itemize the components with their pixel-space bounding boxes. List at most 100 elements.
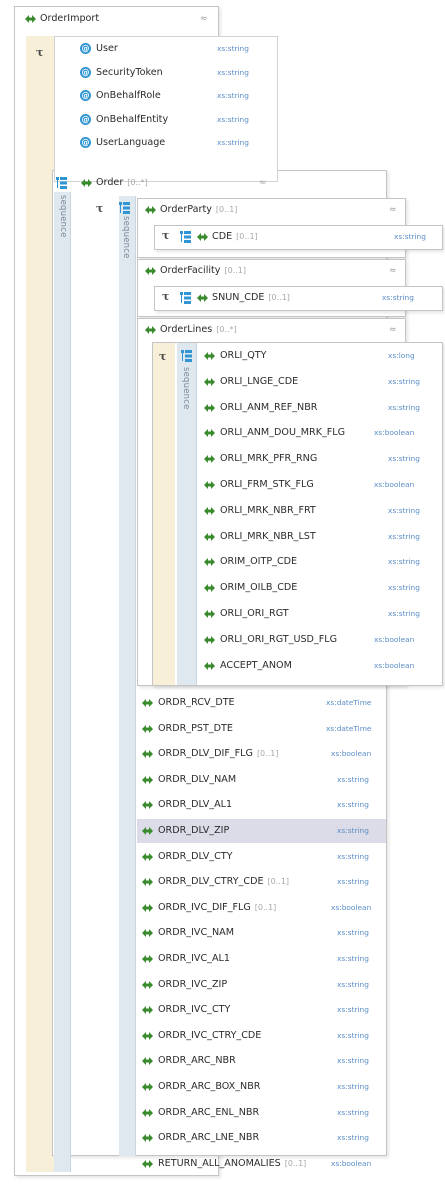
order-field-row[interactable]: ORDR_DLV_AL1 xs:string	[137, 794, 386, 816]
orderline-item-type: xs:string	[388, 376, 420, 386]
order-field-name: ORDR_DLV_DIF_FLG [0..1]	[158, 743, 278, 765]
snun-cde-row[interactable]: τ SNUN_CDE [0..1] xs:string	[158, 287, 438, 309]
sequence-icon	[180, 231, 191, 243]
order-field-row[interactable]: ORDR_DLV_CTRY_CDE [0..1] xs:string	[137, 871, 386, 893]
attribute-type: xs:string	[217, 114, 249, 124]
orderline-item-row[interactable]: ORLI_ORI_RGT xs:string	[198, 603, 441, 625]
order-field-row[interactable]: ORDR_IVC_AL1 xs:string	[137, 948, 386, 970]
element-icon	[204, 377, 215, 386]
orderline-item-row[interactable]: ORLI_ANM_REF_NBR xs:string	[198, 397, 441, 419]
orderline-item-row[interactable]: ORLI_LNGE_CDE xs:string	[198, 371, 441, 393]
orderlines-cardinality: [0..*]	[216, 325, 237, 334]
order-field-row[interactable]: ORDR_DLV_DIF_FLG [0..1] xs:boolean	[137, 743, 386, 765]
order-field-name: ORDR_IVC_NAM	[158, 922, 238, 944]
orderline-item-row[interactable]: ORLI_ANM_DOU_MRK_FLG xs:boolean	[198, 422, 441, 444]
order-field-type: xs:string	[337, 954, 369, 963]
element-icon	[204, 506, 215, 515]
orderline-item-row[interactable]: ORLI_FRM_STK_FLG xs:boolean	[198, 474, 441, 496]
order-field-row[interactable]: ORDR_IVC_ZIP xs:string	[137, 974, 386, 996]
order-field-type: xs:dateTime	[326, 698, 372, 707]
order-field-type: xs:string	[337, 1107, 369, 1117]
orderline-item-row[interactable]: ORLI_MRK_PFR_RNG xs:string	[198, 448, 441, 470]
attribute-icon: @	[80, 43, 91, 54]
sequence-icon	[180, 292, 191, 304]
order-field-name: ORDR_DLV_ZIP	[158, 820, 233, 842]
collapse-icon[interactable]: ≈	[389, 199, 397, 221]
orderline-item-row[interactable]: ACCEPT_ANOM xs:boolean	[198, 655, 441, 677]
orderline-item-row[interactable]: ORIM_OILB_CDE xs:string	[198, 577, 441, 599]
order-field-row[interactable]: ORDR_IVC_CTRY_CDE xs:string	[137, 1025, 386, 1047]
order-field-row[interactable]: ORDR_ARC_ENL_NBR xs:string	[137, 1102, 386, 1124]
order-field-row[interactable]: ORDR_IVC_DIF_FLG [0..1] xs:boolean	[137, 897, 386, 919]
order-field-label: ORDR_DLV_DIF_FLG	[158, 748, 253, 760]
element-icon	[204, 532, 215, 541]
order-field-row[interactable]: ORDR_DLV_CTY xs:string	[137, 846, 386, 868]
element-icon	[204, 610, 215, 618]
attribute-row[interactable]: @ SecurityToken xs:string	[76, 62, 276, 84]
orderline-item-row[interactable]: ORLI_MRK_NBR_FRT xs:string	[198, 500, 441, 522]
collapse-icon[interactable]: ≈	[200, 8, 208, 30]
orderlines-label: OrderLines	[160, 324, 213, 335]
order-sequence-label: sequence	[58, 195, 68, 238]
element-icon	[142, 878, 153, 887]
orderfacility-header[interactable]: OrderFacility [0..1] ≈	[142, 260, 402, 282]
cde-row[interactable]: τ CDE [0..1] xs:string	[158, 226, 438, 248]
order-field-label: ORDR_PST_DTE	[158, 722, 233, 734]
order-field-row[interactable]: ORDR_DLV_NAM xs:string	[137, 769, 386, 791]
orderline-item-row[interactable]: ORIM_OITP_CDE xs:string	[198, 551, 441, 573]
order-field-name: ORDR_IVC_CTRY_CDE	[158, 1025, 265, 1047]
orderfacility-name: OrderFacility [0..1]	[160, 260, 246, 282]
snun-cde-label: SNUN_CDE	[212, 292, 265, 303]
orderline-item-row[interactable]: ORLI_MRK_NBR_LST xs:string	[198, 526, 441, 548]
type-tau-icon: τ	[96, 202, 104, 215]
order-field-name: RETURN_ALL_ANOMALIES [0..1]	[158, 1153, 306, 1175]
order-field-row[interactable]: ORDR_RCV_DTE xs:dateTime	[137, 692, 386, 714]
element-icon	[204, 584, 215, 593]
orderlines-name: OrderLines [0..*]	[160, 319, 237, 341]
order-field-name: ORDR_PST_DTE	[158, 718, 237, 740]
order-field-label: ORDR_ARC_ENL_NBR	[158, 1106, 260, 1118]
attribute-row[interactable]: @ UserLanguage xs:string	[76, 132, 276, 154]
order-field-type: xs:boolean	[331, 1158, 372, 1168]
order-field-row[interactable]: ORDR_ARC_BOX_NBR xs:string	[137, 1076, 386, 1098]
order-field-row[interactable]: RETURN_ALL_ANOMALIES [0..1] xs:boolean	[137, 1153, 386, 1175]
orderimport-header[interactable]: OrderImport ≈	[20, 8, 215, 30]
element-icon	[142, 852, 153, 861]
orderlines-header[interactable]: OrderLines [0..*] ≈	[142, 319, 402, 341]
order-field-row[interactable]: ORDR_IVC_CTY xs:string	[137, 999, 386, 1021]
orderline-item-name: ORLI_MRK_NBR_LST	[220, 530, 316, 542]
orderparty-header[interactable]: OrderParty [0..1] ≈	[142, 199, 402, 221]
snun-cde-type: xs:string	[382, 293, 414, 302]
collapse-icon[interactable]: ≈	[389, 260, 397, 282]
collapse-icon[interactable]: ≈	[389, 319, 397, 341]
attribute-row[interactable]: @ User xs:string	[76, 38, 276, 60]
element-icon	[142, 1031, 153, 1040]
order-field-row[interactable]: ORDR_PST_DTE xs:dateTime	[137, 718, 386, 740]
attribute-row[interactable]: @ OnBehalfRole xs:string	[76, 85, 276, 107]
orderline-item-type: xs:string	[388, 402, 420, 412]
order-field-row[interactable]: ORDR_ARC_NBR xs:string	[137, 1050, 386, 1072]
type-tau-icon: τ	[36, 46, 44, 59]
order-content-sequence-bar	[119, 196, 136, 1156]
attribute-row[interactable]: @ OnBehalfEntity xs:string	[76, 109, 276, 131]
order-field-type: xs:string	[337, 826, 369, 835]
order-field-type: xs:string	[337, 774, 369, 784]
order-field-label: ORDR_DLV_AL1	[158, 799, 233, 811]
attribute-type: xs:string	[217, 67, 249, 77]
order-field-name: ORDR_RCV_DTE	[158, 692, 239, 714]
orderline-item-row[interactable]: ORLI_QTY xs:long	[198, 345, 441, 367]
order-field-type: xs:string	[337, 1030, 369, 1040]
element-icon	[142, 699, 153, 707]
order-field-row[interactable]: ORDR_DLV_ZIP xs:string	[137, 820, 386, 842]
orderline-item-row[interactable]: ORLI_ORI_RGT_USD_FLG xs:boolean	[198, 629, 441, 651]
attribute-name: User	[96, 43, 118, 54]
order-header[interactable]: Order [0..*] ≈	[56, 172, 276, 194]
order-field-row[interactable]: ORDR_IVC_NAM xs:string	[137, 922, 386, 944]
element-icon	[142, 775, 153, 784]
collapse-icon[interactable]: ≈	[259, 172, 267, 194]
orderline-item-type: xs:boolean	[374, 428, 415, 438]
orderfacility-cardinality: [0..1]	[224, 266, 247, 275]
order-field-row[interactable]: ORDR_ARC_LNE_NBR xs:string	[137, 1127, 386, 1149]
orderline-item-name: ORLI_FRM_STK_FLG	[220, 479, 314, 490]
orderimport-name: OrderImport	[40, 13, 100, 24]
